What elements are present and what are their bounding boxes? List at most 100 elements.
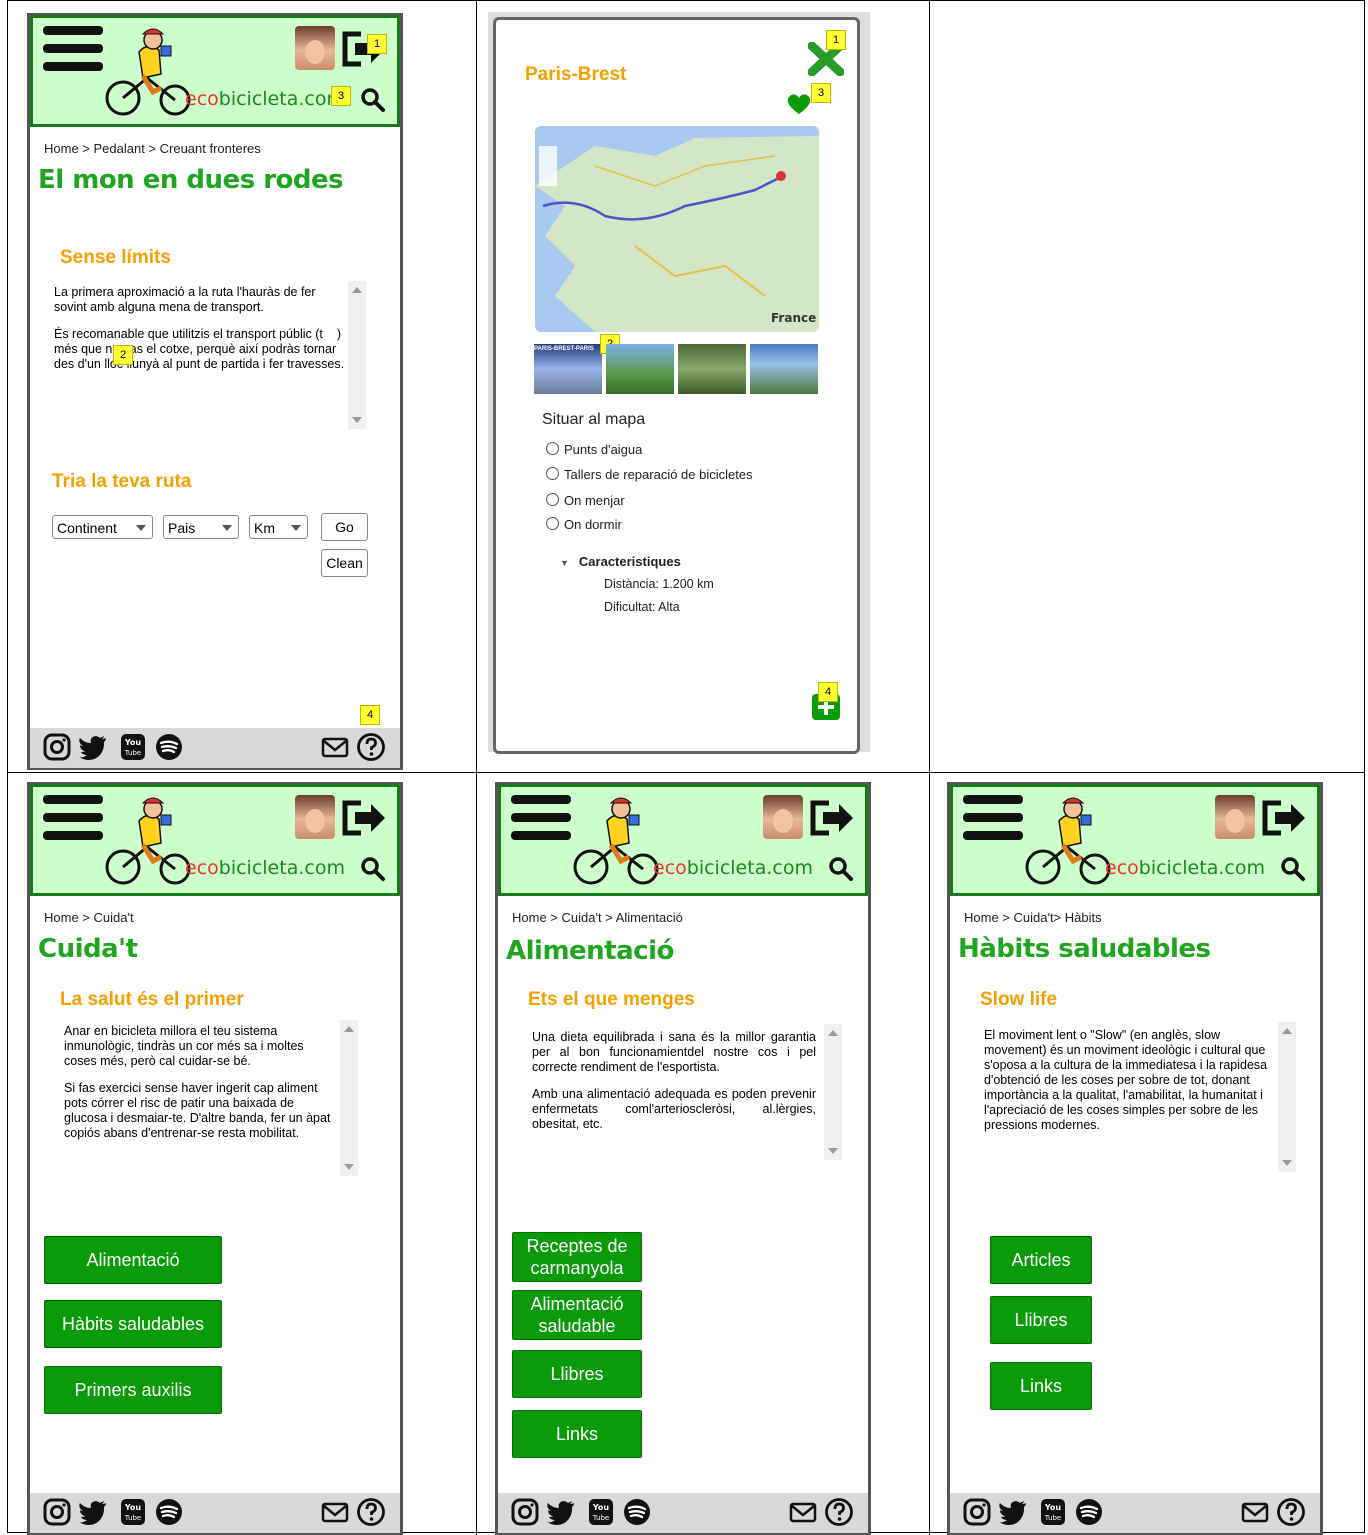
search-icon[interactable] <box>359 855 387 883</box>
mail-icon[interactable] <box>320 1497 350 1527</box>
grid-divider <box>476 0 477 1535</box>
youtube-icon[interactable]: You Tube <box>586 1497 616 1527</box>
youtube-icon[interactable]: You Tube <box>118 1497 148 1527</box>
links-button[interactable]: Links <box>990 1362 1092 1410</box>
section-title: Sense límits <box>60 247 171 268</box>
links-button[interactable]: Links <box>512 1410 642 1458</box>
details-toggle[interactable]: ▼ Caracteristiques <box>560 554 681 569</box>
map-country-label: France <box>771 311 816 325</box>
radio-water-points[interactable]: Punts d'aigua <box>546 442 642 457</box>
cyclist-logo-icon <box>105 797 191 885</box>
photo-thumbnail[interactable] <box>606 344 674 394</box>
user-avatar-icon[interactable] <box>295 26 335 70</box>
app-header: ecobicicleta.com <box>950 784 1320 896</box>
svg-text:Tube: Tube <box>124 1514 141 1522</box>
spotify-icon[interactable] <box>154 732 184 762</box>
spotify-icon[interactable] <box>622 1497 652 1527</box>
twitter-icon[interactable] <box>78 732 108 762</box>
scrollbar[interactable] <box>824 1024 842 1160</box>
instagram-icon[interactable] <box>510 1497 540 1527</box>
help-icon[interactable] <box>356 732 386 762</box>
logout-icon[interactable] <box>809 799 855 837</box>
twitter-icon[interactable] <box>998 1497 1028 1527</box>
scrollbar[interactable] <box>348 281 366 429</box>
svg-text:You: You <box>124 1503 142 1512</box>
cyclist-logo-icon <box>573 797 659 885</box>
twitter-icon[interactable] <box>78 1497 108 1527</box>
search-icon[interactable] <box>359 86 387 114</box>
route-title: Paris-Brest <box>525 64 627 85</box>
info-paragraph: És recomanable que utilitzis el transpor… <box>54 327 346 372</box>
twitter-icon[interactable] <box>546 1497 576 1527</box>
country-select[interactable]: Pais <box>163 515 239 539</box>
llibres-button[interactable]: Llibres <box>512 1350 642 1398</box>
search-icon[interactable] <box>1279 855 1307 883</box>
help-icon[interactable] <box>1276 1497 1306 1527</box>
help-icon[interactable] <box>824 1497 854 1527</box>
search-icon[interactable] <box>827 855 855 883</box>
hamburger-menu-icon[interactable] <box>511 795 571 845</box>
spotify-icon[interactable] <box>154 1497 184 1527</box>
radio-label: On dormir <box>564 517 622 532</box>
map-filter-title: Situar al mapa <box>542 411 646 428</box>
breadcrumb[interactable]: Home > Cuida't > Alimentació <box>512 910 683 925</box>
help-icon[interactable] <box>356 1497 386 1527</box>
section-title: La salut és el primer <box>60 989 244 1010</box>
km-select[interactable]: Km <box>249 515 308 539</box>
page-title: Hàbits saludables <box>958 934 1211 964</box>
clean-button[interactable]: Clean <box>321 549 368 577</box>
receptes-button[interactable]: Receptes de carmanyola <box>512 1232 642 1282</box>
scrollbar[interactable] <box>1278 1022 1296 1172</box>
spotify-icon[interactable] <box>1074 1497 1104 1527</box>
breadcrumb[interactable]: Home > Cuida't> Hàbits <box>964 910 1102 925</box>
breadcrumb[interactable]: Home > Pedalant > Creuant fronteres <box>44 141 261 156</box>
scrollbar[interactable] <box>340 1020 358 1176</box>
logout-icon[interactable] <box>341 799 387 837</box>
llibres-button[interactable]: Llibres <box>990 1296 1092 1344</box>
habits-button[interactable]: Hàbits saludables <box>44 1300 222 1348</box>
app-footer: You Tube <box>30 728 400 768</box>
brand-name[interactable]: ecobicicleta.com <box>1105 857 1265 879</box>
instagram-icon[interactable] <box>962 1497 992 1527</box>
youtube-icon[interactable]: You Tube <box>1038 1497 1068 1527</box>
radio-sleep[interactable]: On dormir <box>546 517 622 532</box>
photo-thumbnail[interactable] <box>750 344 818 394</box>
user-avatar-icon[interactable] <box>1215 795 1255 839</box>
hamburger-menu-icon[interactable] <box>43 795 103 845</box>
youtube-icon[interactable]: You Tube <box>118 732 148 762</box>
radio-eat[interactable]: On menjar <box>546 493 625 508</box>
hamburger-menu-icon[interactable] <box>963 795 1023 845</box>
mail-icon[interactable] <box>320 732 350 762</box>
alimentacio-saludable-button[interactable]: Alimentació saludable <box>512 1290 642 1340</box>
page-title: Cuida't <box>38 934 138 964</box>
breadcrumb[interactable]: Home > Cuida't <box>44 910 134 925</box>
logout-icon[interactable] <box>1261 799 1307 837</box>
annotation-badge: 3 <box>331 86 351 106</box>
continent-select[interactable]: Continent <box>52 515 153 539</box>
brand-name[interactable]: ecobicicleta.com <box>185 88 345 110</box>
photo-thumbnail[interactable] <box>678 344 746 394</box>
mail-icon[interactable] <box>1240 1497 1270 1527</box>
radio-repair-shops[interactable]: Tallers de reparació de bicicletes <box>546 467 753 482</box>
alimentacio-button[interactable]: Alimentació <box>44 1236 222 1284</box>
triangle-down-icon: ▼ <box>560 558 569 568</box>
hamburger-menu-icon[interactable] <box>43 26 103 76</box>
instagram-icon[interactable] <box>42 1497 72 1527</box>
svg-text:You: You <box>124 738 142 747</box>
user-avatar-icon[interactable] <box>295 795 335 839</box>
user-avatar-icon[interactable] <box>763 795 803 839</box>
brand-name[interactable]: ecobicicleta.com <box>653 857 813 879</box>
brand-name[interactable]: ecobicicleta.com <box>185 857 345 879</box>
mail-icon[interactable] <box>788 1497 818 1527</box>
articles-button[interactable]: Articles <box>990 1236 1092 1284</box>
instagram-icon[interactable] <box>42 732 72 762</box>
map-marker <box>776 171 786 181</box>
route-map[interactable]: France <box>535 126 819 332</box>
info-paragraph: La primera aproximació a la ruta l'haurà… <box>54 285 316 314</box>
radio-label: Punts d'aigua <box>564 442 643 457</box>
primers-auxilis-button[interactable]: Primers auxilis <box>44 1366 222 1414</box>
go-button[interactable]: Go <box>321 513 368 541</box>
app-header: ecobicicleta.com 1 3 <box>30 15 400 127</box>
heart-icon[interactable] <box>786 92 812 116</box>
phone-screen-habits: ecobicicleta.com Home > Cuida't> Hàbits … <box>947 782 1323 1535</box>
